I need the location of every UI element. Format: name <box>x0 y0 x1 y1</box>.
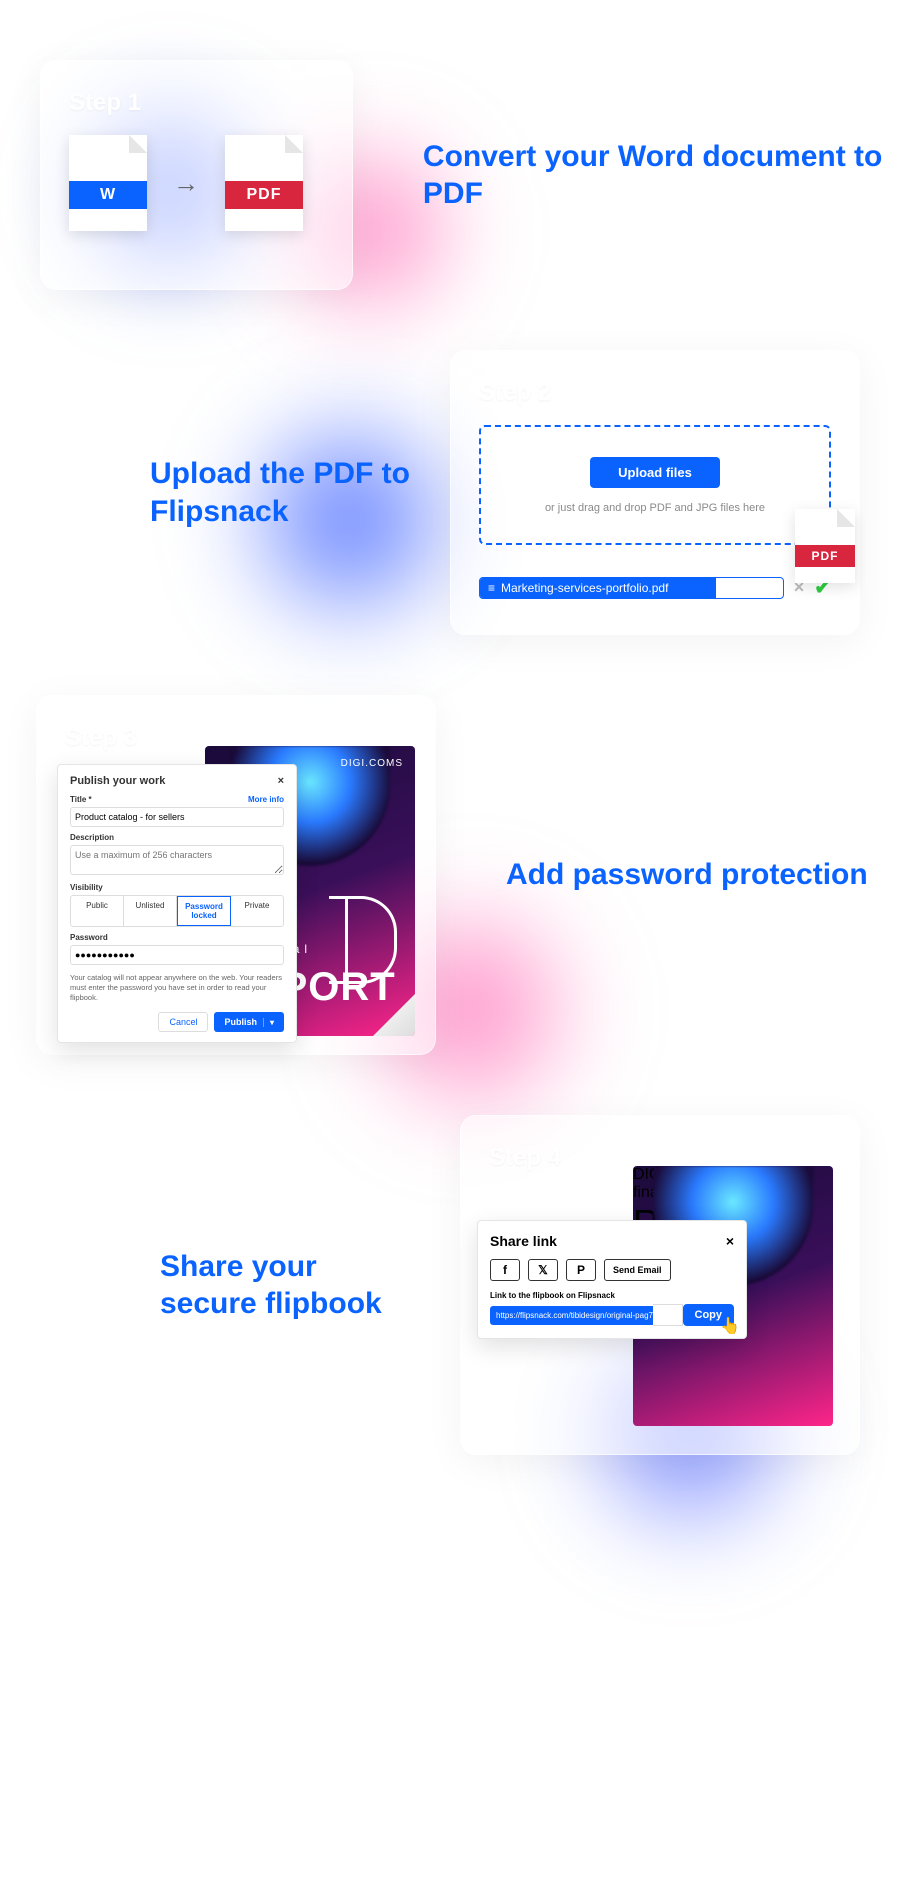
more-info-link[interactable]: More info <box>248 795 284 804</box>
step2-card: Step 2 Upload files or just drag and dro… <box>450 350 860 635</box>
list-icon: ≡ <box>488 581 495 595</box>
close-icon[interactable]: × <box>726 1233 734 1249</box>
visibility-public[interactable]: Public <box>71 896 124 926</box>
close-icon[interactable]: × <box>278 775 284 787</box>
word-file-icon: W <box>69 135 147 231</box>
share-link-value[interactable]: https://flipsnack.com/tibidesign/origina… <box>490 1306 653 1325</box>
cursor-icon: 👆 <box>720 1316 740 1336</box>
upload-progress-row: ≡ Marketing-services-portfolio.pdf × ✔ <box>479 575 831 600</box>
description-label: Description <box>70 833 284 842</box>
visibility-private[interactable]: Private <box>231 896 283 926</box>
step1-card: Step 1 W → PDF <box>40 60 353 290</box>
share-panel: Share link × f 𝕏 P Send Email Link to th… <box>477 1220 747 1339</box>
upload-files-button[interactable]: Upload files <box>590 457 720 488</box>
step2-label: Step 2 <box>479 379 831 407</box>
visibility-password-locked[interactable]: Password locked <box>177 896 231 926</box>
facebook-icon[interactable]: f <box>490 1259 520 1281</box>
word-badge: W <box>69 181 147 209</box>
visibility-unlisted[interactable]: Unlisted <box>124 896 177 926</box>
step3-row: Step 3 DIGI.COMS financial REPORT Publis… <box>0 695 900 1055</box>
title-label: Title *More info <box>70 795 284 804</box>
arrow-right-icon: → <box>173 168 199 199</box>
link-label: Link to the flipbook on Flipsnack <box>490 1291 734 1300</box>
visibility-options: Public Unlisted Password locked Private <box>70 895 284 927</box>
step1-label: Step 1 <box>69 89 324 117</box>
visibility-label: Visibility <box>70 883 284 892</box>
publish-button[interactable]: Publish <box>214 1012 284 1032</box>
upload-progress-bar: ≡ Marketing-services-portfolio.pdf <box>479 577 784 599</box>
upload-dropzone[interactable]: Upload files or just drag and drop PDF a… <box>479 425 831 545</box>
report-brand: DIGI.COMS <box>341 758 403 769</box>
step3-card: Step 3 DIGI.COMS financial REPORT Publis… <box>36 695 436 1055</box>
step4-card: Step 4 DIGI.COMS financial REPORT Share … <box>460 1115 860 1455</box>
copy-button[interactable]: Copy 👆 <box>683 1304 735 1326</box>
pdf-badge: PDF <box>225 181 303 209</box>
send-email-button[interactable]: Send Email <box>604 1259 671 1281</box>
step3-headline: Add password protection <box>506 856 868 894</box>
pdf-file-icon: PDF <box>225 135 303 231</box>
password-note: Your catalog will not appear anywhere on… <box>70 973 284 1002</box>
step4-row: Share your secure flipbook Step 4 DIGI.C… <box>0 1115 900 1455</box>
step1-headline: Convert your Word document to PDF <box>423 138 900 213</box>
pinterest-icon[interactable]: P <box>566 1259 596 1281</box>
title-input[interactable] <box>70 807 284 827</box>
uploaded-file-name: Marketing-services-portfolio.pdf <box>501 581 668 595</box>
publish-dialog: Publish your work × Title *More info Des… <box>57 764 297 1043</box>
pdf-float-icon: PDF <box>795 509 855 583</box>
twitter-icon[interactable]: 𝕏 <box>528 1259 558 1281</box>
cancel-button[interactable]: Cancel <box>158 1012 208 1032</box>
step1-row: Step 1 W → PDF Convert your Word documen… <box>0 60 900 290</box>
password-label: Password <box>70 933 284 942</box>
step2-headline: Upload the PDF to Flipsnack <box>150 455 410 530</box>
password-input[interactable] <box>70 945 284 965</box>
share-title: Share link <box>490 1233 557 1249</box>
pdf-badge-small: PDF <box>795 545 855 567</box>
step2-row: Upload the PDF to Flipsnack Step 2 Uploa… <box>0 350 900 635</box>
description-input[interactable] <box>70 845 284 875</box>
step1-icons: W → PDF <box>69 135 324 231</box>
step4-headline: Share your secure flipbook <box>160 1248 420 1323</box>
drop-hint-text: or just drag and drop PDF and JPG files … <box>545 502 765 514</box>
dialog-title: Publish your work <box>70 775 165 787</box>
